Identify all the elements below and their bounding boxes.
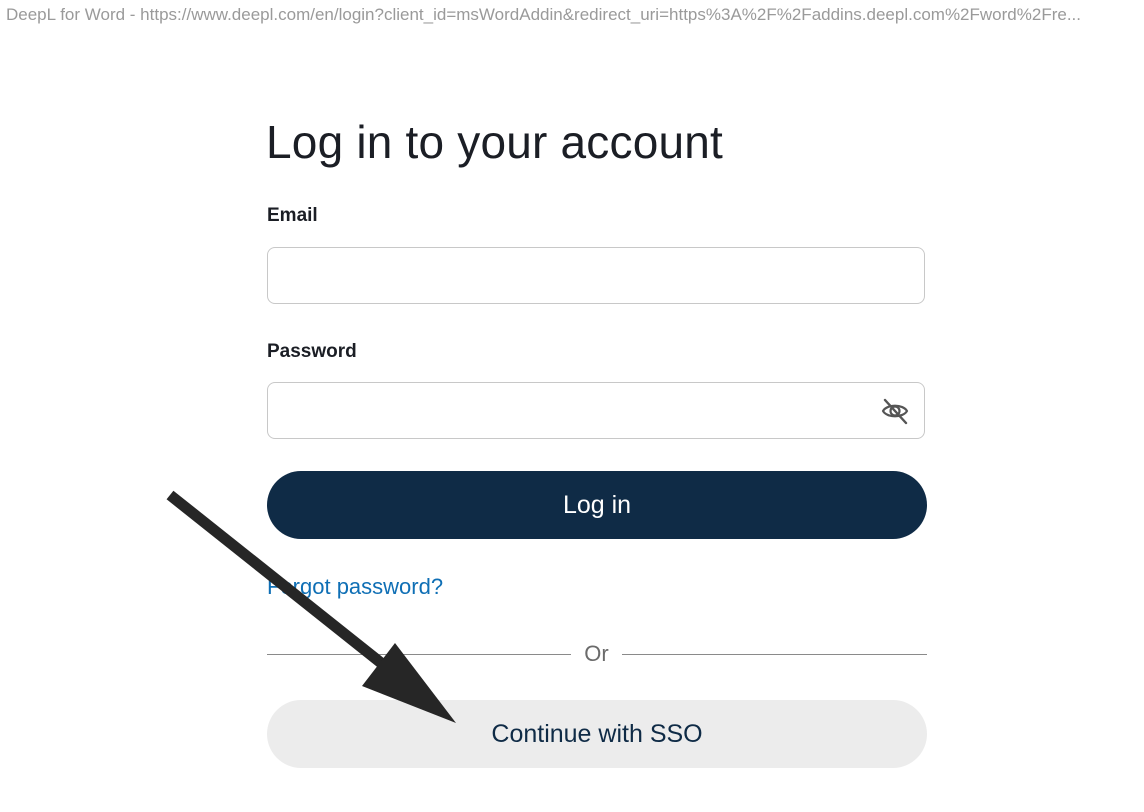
password-field-container <box>267 382 925 439</box>
forgot-password-link[interactable]: Forgot password? <box>267 573 443 601</box>
login-button[interactable]: Log in <box>267 471 927 539</box>
email-label: Email <box>267 205 318 226</box>
email-field-container <box>267 247 925 304</box>
divider-or: Or <box>584 641 609 666</box>
continue-with-sso-button[interactable]: Continue with SSO <box>267 700 927 768</box>
eye-slash-icon[interactable] <box>880 396 910 426</box>
divider-line-left <box>267 654 571 655</box>
password-label: Password <box>267 341 357 362</box>
password-input[interactable] <box>268 383 868 438</box>
divider-line-right <box>622 654 927 655</box>
page-title: Log in to your account <box>266 116 724 168</box>
email-input[interactable] <box>268 248 868 303</box>
window-title: DeepL for Word - https://www.deepl.com/e… <box>6 5 1081 24</box>
